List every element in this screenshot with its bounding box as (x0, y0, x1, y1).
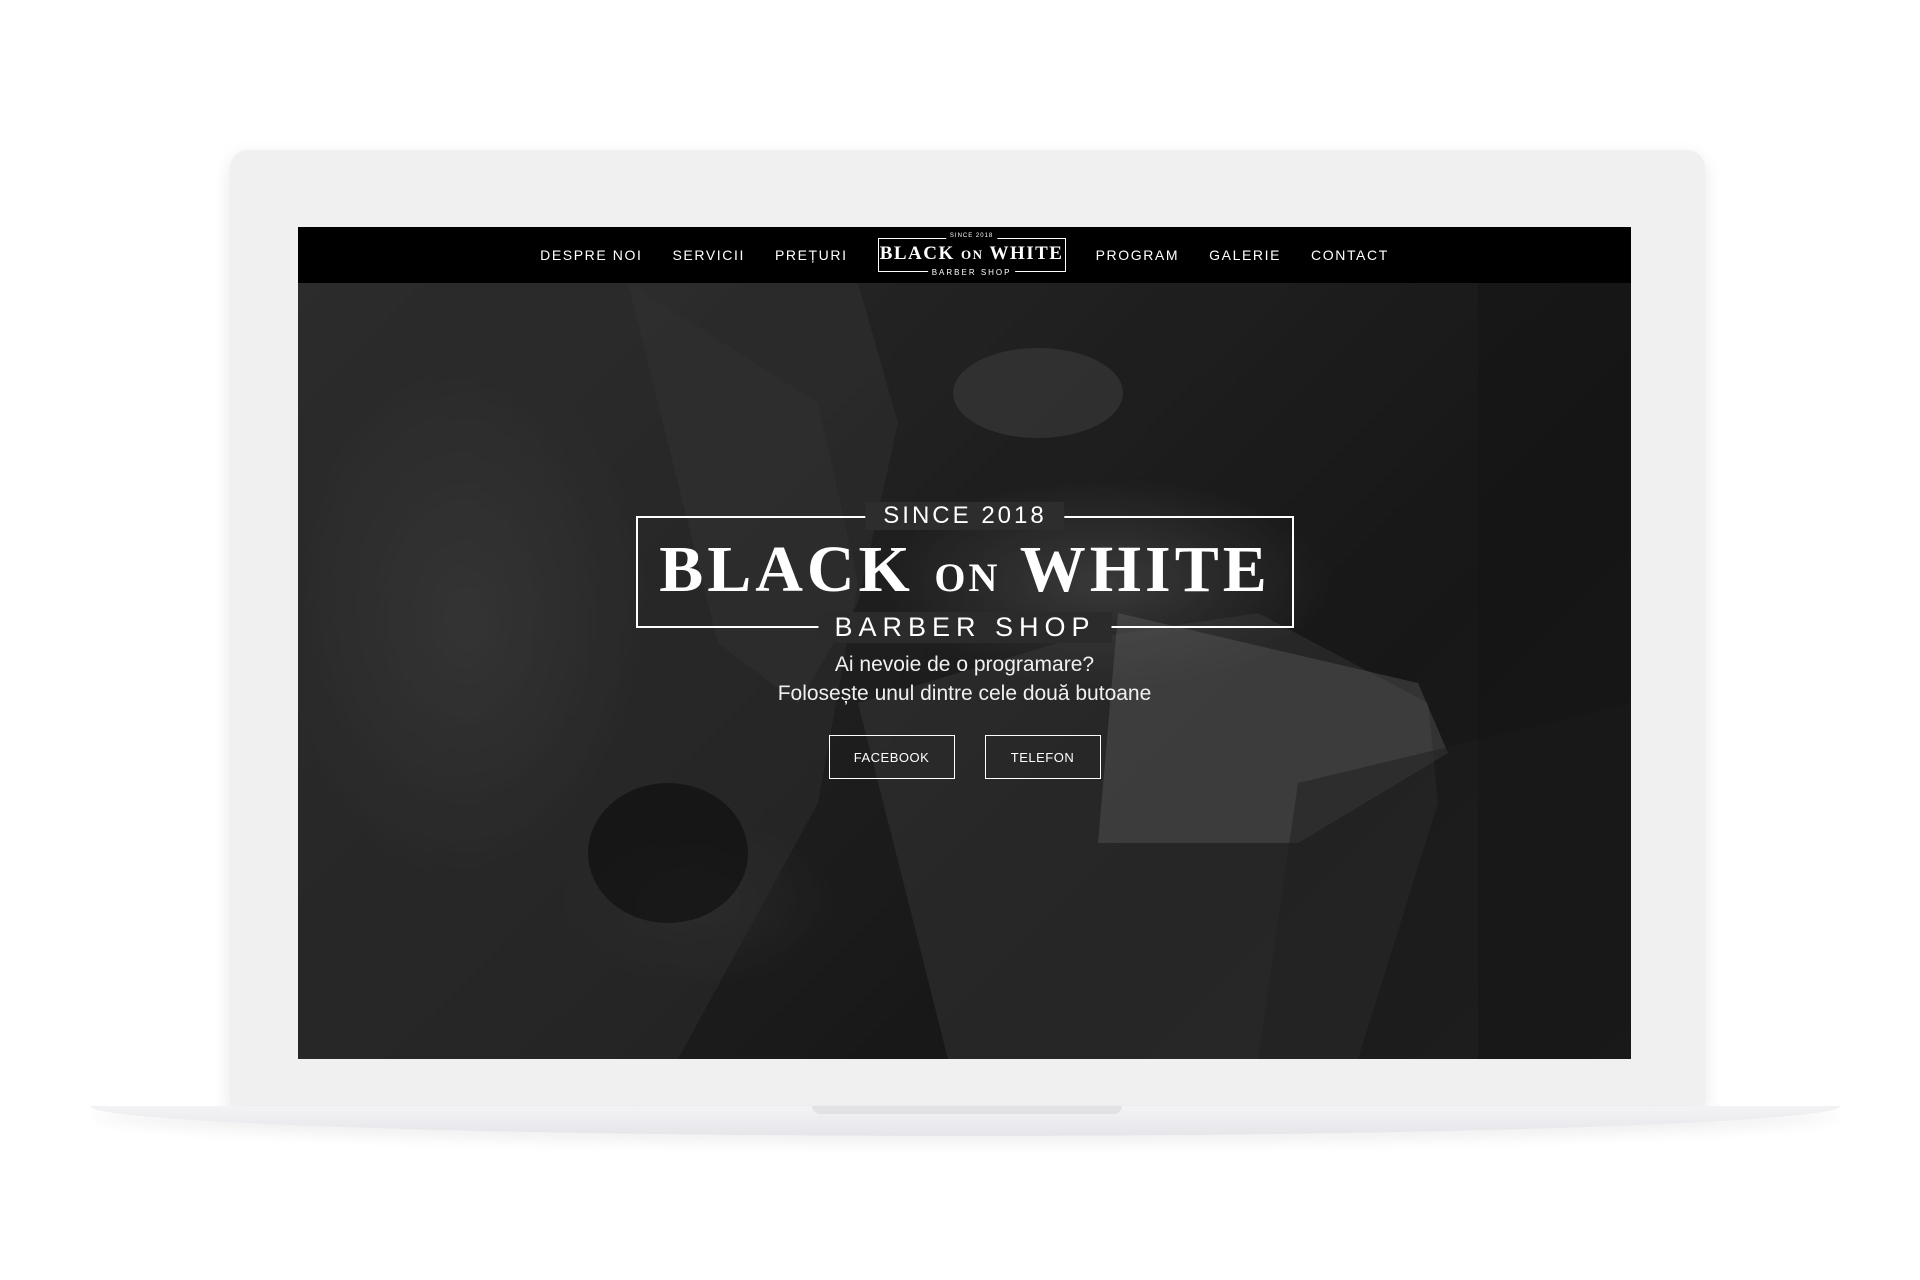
hero-section: SINCE 2018 BLACK ON WHITE BARBER SHOP Ai… (298, 283, 1631, 1059)
nav-logo-since: SINCE 2018 (945, 233, 998, 239)
nav-logo[interactable]: SINCE 2018 BLACK ON WHITE BARBER SHOP (877, 233, 1066, 277)
nav-logo-subtitle: BARBER SHOP (927, 268, 1016, 277)
nav-left-group: DESPRE NOI SERVICII PREȚURI (525, 247, 862, 263)
hero-logo-subtitle: BARBER SHOP (818, 612, 1112, 643)
hero-logo-since: SINCE 2018 (865, 502, 1065, 530)
laptop-notch (812, 1106, 1122, 1114)
hero-logo: SINCE 2018 BLACK ON WHITE BARBER SHOP (636, 502, 1294, 643)
laptop-frame: DESPRE NOI SERVICII PREȚURI SINCE 2018 B… (230, 150, 1705, 1105)
browser-viewport: DESPRE NOI SERVICII PREȚURI SINCE 2018 B… (298, 227, 1631, 1059)
hero-button-group: FACEBOOK TELEFON (298, 735, 1631, 779)
nav-link-preturi[interactable]: PREȚURI (775, 247, 848, 263)
nav-link-program[interactable]: PROGRAM (1096, 247, 1180, 263)
nav-link-despre-noi[interactable]: DESPRE NOI (540, 247, 642, 263)
nav-right-group: PROGRAM GALERIE CONTACT (1081, 247, 1404, 263)
hero-instruction: Folosește unul dintre cele două butoane (777, 682, 1152, 705)
hero-logo-title: BLACK ON WHITE (659, 533, 1271, 606)
hero-question: Ai nevoie de o programare? (834, 653, 1095, 676)
nav-logo-title: BLACK ON WHITE (879, 243, 1064, 264)
nav-link-contact[interactable]: CONTACT (1311, 247, 1389, 263)
main-navigation: DESPRE NOI SERVICII PREȚURI SINCE 2018 B… (298, 227, 1631, 283)
nav-link-galerie[interactable]: GALERIE (1209, 247, 1281, 263)
facebook-button[interactable]: FACEBOOK (828, 735, 955, 779)
telefon-button[interactable]: TELEFON (984, 735, 1101, 779)
nav-link-servicii[interactable]: SERVICII (672, 247, 744, 263)
